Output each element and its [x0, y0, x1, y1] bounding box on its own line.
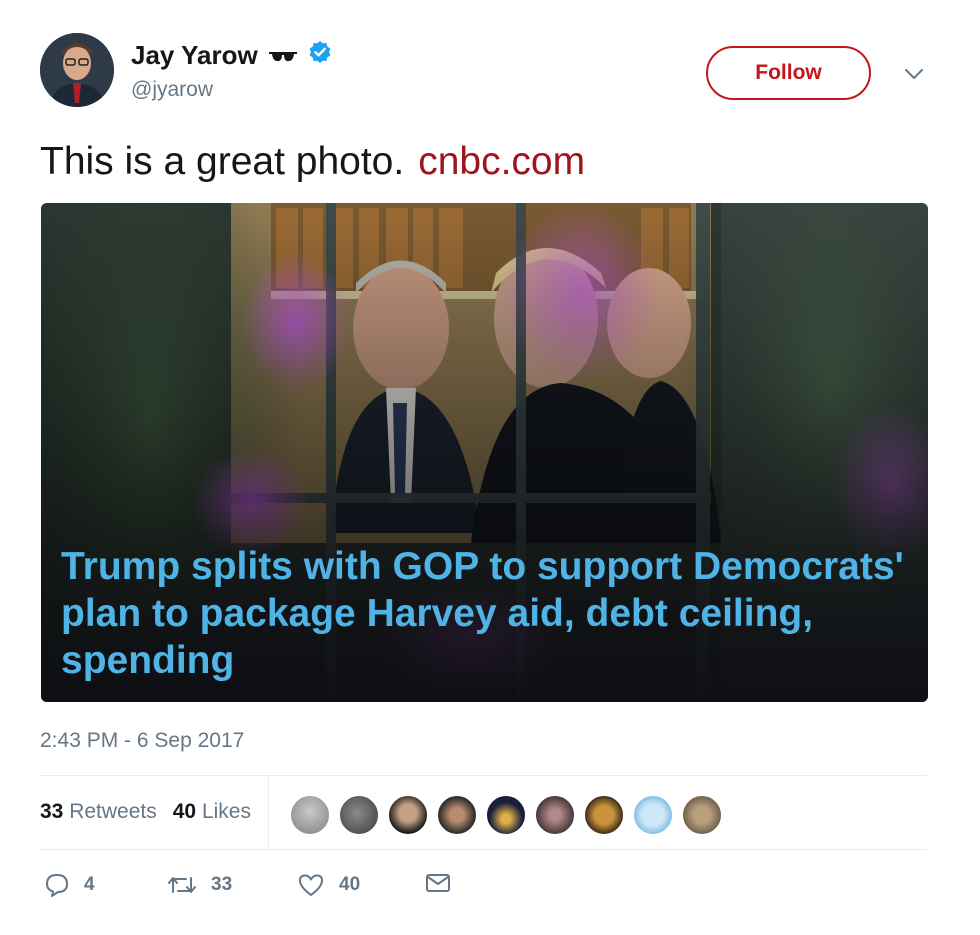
divider: [40, 775, 927, 776]
like-count: 40: [339, 874, 361, 895]
retweet-count: 33: [211, 874, 233, 895]
link-card[interactable]: Trump splits with GOP to support Democra…: [41, 203, 928, 702]
tweet-timestamp[interactable]: 2:43 PM - 6 Sep 2017: [40, 729, 244, 753]
reply-count: 4: [84, 874, 95, 895]
verified-badge-icon: [308, 40, 332, 71]
reply-icon: [44, 872, 70, 898]
user-handle[interactable]: @jyarow: [131, 78, 213, 102]
display-name[interactable]: Jay Yarow: [131, 40, 258, 71]
liker-avatar[interactable]: [682, 795, 722, 835]
retweets-count: 33: [40, 800, 64, 823]
like-action[interactable]: 40: [297, 872, 360, 898]
envelope-icon: [425, 872, 451, 894]
direct-message-action[interactable]: [425, 872, 451, 894]
likes-stat[interactable]: 40 Likes: [173, 800, 251, 824]
retweets-stat[interactable]: 33 Retweets: [40, 800, 157, 824]
liker-avatar[interactable]: [388, 795, 428, 835]
engagement-stats: 33 Retweets 40 Likes: [40, 800, 251, 824]
retweet-icon: [167, 872, 197, 898]
tweet-body: This is a great photo.: [40, 140, 405, 183]
divider-vertical: [268, 776, 269, 849]
author-avatar[interactable]: [40, 33, 114, 107]
reply-action[interactable]: 4: [44, 872, 95, 898]
chevron-down-icon[interactable]: [902, 62, 926, 86]
liker-avatars: [290, 795, 722, 835]
liker-avatar[interactable]: [437, 795, 477, 835]
tweet-link[interactable]: cnbc.com: [418, 140, 585, 183]
liker-avatar[interactable]: [339, 795, 379, 835]
liker-avatar[interactable]: [584, 795, 624, 835]
retweet-action[interactable]: 33: [167, 872, 232, 898]
liker-avatar[interactable]: [633, 795, 673, 835]
liker-avatar[interactable]: [290, 795, 330, 835]
likes-count: 40: [172, 800, 197, 823]
likes-label: Likes: [201, 800, 251, 823]
heart-icon: [297, 872, 325, 898]
follow-button[interactable]: Follow: [706, 46, 871, 100]
card-headline[interactable]: Trump splits with GOP to support Democra…: [61, 543, 921, 684]
tweet-text: This is a great photo. cnbc.com: [40, 140, 585, 184]
liker-avatar[interactable]: [535, 795, 575, 835]
display-name-row: Jay Yarow: [131, 40, 332, 71]
sunglasses-icon: [268, 40, 298, 71]
divider: [40, 849, 927, 850]
retweets-label: Retweets: [69, 800, 157, 823]
liker-avatar[interactable]: [486, 795, 526, 835]
